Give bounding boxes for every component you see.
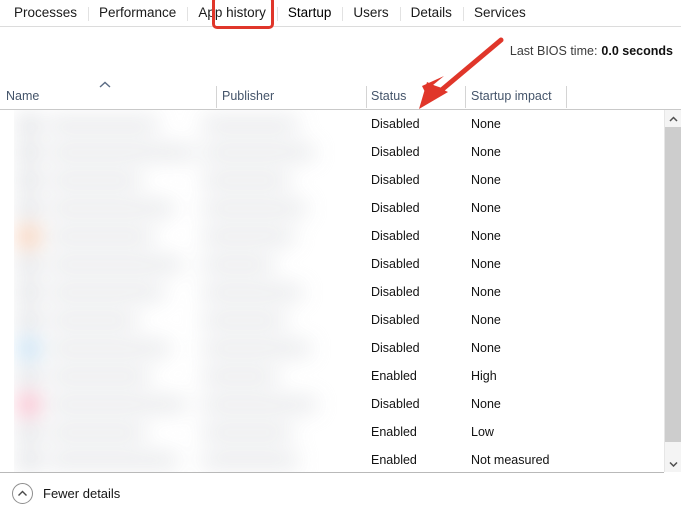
column-header-publisher[interactable]: Publisher — [222, 89, 274, 103]
last-bios-time-label: Last BIOS time: — [510, 44, 598, 58]
tab-details[interactable]: Details — [400, 6, 463, 27]
row-status: Disabled — [371, 229, 420, 243]
row-status: Disabled — [371, 201, 420, 215]
column-header-row: Name Publisher Status Startup impact — [0, 84, 681, 110]
row-status: Disabled — [371, 145, 420, 159]
row-impact: None — [471, 313, 501, 327]
table-row[interactable]: Enabled Not measured — [0, 446, 663, 472]
table-row[interactable]: Disabled None — [0, 334, 663, 362]
scroll-down-button[interactable] — [665, 455, 681, 472]
column-header-startup-impact[interactable]: Startup impact — [471, 89, 552, 103]
table-row[interactable]: Disabled None — [0, 138, 663, 166]
chevron-up-circle-icon — [12, 483, 33, 504]
table-row[interactable]: Disabled None — [0, 110, 663, 138]
task-manager-window: Processes Performance App history Startu… — [0, 0, 681, 518]
column-separator-2[interactable] — [366, 86, 367, 108]
fewer-details-button[interactable]: Fewer details — [12, 483, 120, 504]
row-impact: None — [471, 397, 501, 411]
last-bios-time: Last BIOS time:0.0 seconds — [510, 44, 673, 58]
column-separator-3[interactable] — [465, 86, 466, 108]
tab-app-history[interactable]: App history — [187, 6, 277, 27]
row-impact: Not measured — [471, 453, 550, 467]
row-impact: None — [471, 173, 501, 187]
table-row[interactable]: Disabled None — [0, 166, 663, 194]
tab-processes[interactable]: Processes — [3, 6, 88, 27]
table-row[interactable]: Disabled None — [0, 278, 663, 306]
row-status: Disabled — [371, 173, 420, 187]
table-row[interactable]: Enabled Low — [0, 418, 663, 446]
fewer-details-label: Fewer details — [43, 486, 120, 501]
tab-services[interactable]: Services — [463, 6, 537, 27]
column-separator-4[interactable] — [566, 86, 567, 108]
row-status: Disabled — [371, 313, 420, 327]
row-impact: None — [471, 145, 501, 159]
startup-items-list[interactable]: Disabled None Disabled None Disabled Non… — [0, 110, 663, 472]
table-row[interactable]: Disabled None — [0, 194, 663, 222]
tab-users[interactable]: Users — [342, 6, 399, 27]
table-row[interactable]: Disabled None — [0, 250, 663, 278]
row-impact: None — [471, 229, 501, 243]
row-status: Disabled — [371, 117, 420, 131]
column-header-name[interactable]: Name — [6, 89, 39, 103]
row-impact: None — [471, 285, 501, 299]
table-row[interactable]: Disabled None — [0, 306, 663, 334]
row-status: Disabled — [371, 341, 420, 355]
scroll-up-button[interactable] — [665, 110, 681, 127]
tab-startup[interactable]: Startup — [277, 6, 343, 27]
row-status: Disabled — [371, 397, 420, 411]
row-status: Disabled — [371, 257, 420, 271]
column-separator-1[interactable] — [216, 86, 217, 108]
tab-strip: Processes Performance App history Startu… — [0, 0, 681, 27]
row-status: Enabled — [371, 453, 417, 467]
last-bios-time-value: 0.0 seconds — [601, 44, 673, 58]
table-row[interactable]: Enabled High — [0, 362, 663, 390]
tab-performance[interactable]: Performance — [88, 6, 187, 27]
column-header-status[interactable]: Status — [371, 89, 406, 103]
row-status: Disabled — [371, 285, 420, 299]
row-impact: Low — [471, 425, 494, 439]
table-row[interactable]: Disabled None — [0, 222, 663, 250]
row-impact: None — [471, 257, 501, 271]
row-impact: None — [471, 201, 501, 215]
scrollbar-thumb[interactable] — [665, 127, 681, 442]
row-impact: None — [471, 117, 501, 131]
vertical-scrollbar[interactable] — [664, 110, 681, 472]
row-status: Enabled — [371, 425, 417, 439]
row-status: Enabled — [371, 369, 417, 383]
row-impact: High — [471, 369, 497, 383]
footer-bar: Fewer details Disable wsxdn.com — [0, 473, 681, 518]
table-row[interactable]: Disabled None — [0, 390, 663, 418]
sort-ascending-icon — [98, 80, 112, 90]
row-impact: None — [471, 341, 501, 355]
